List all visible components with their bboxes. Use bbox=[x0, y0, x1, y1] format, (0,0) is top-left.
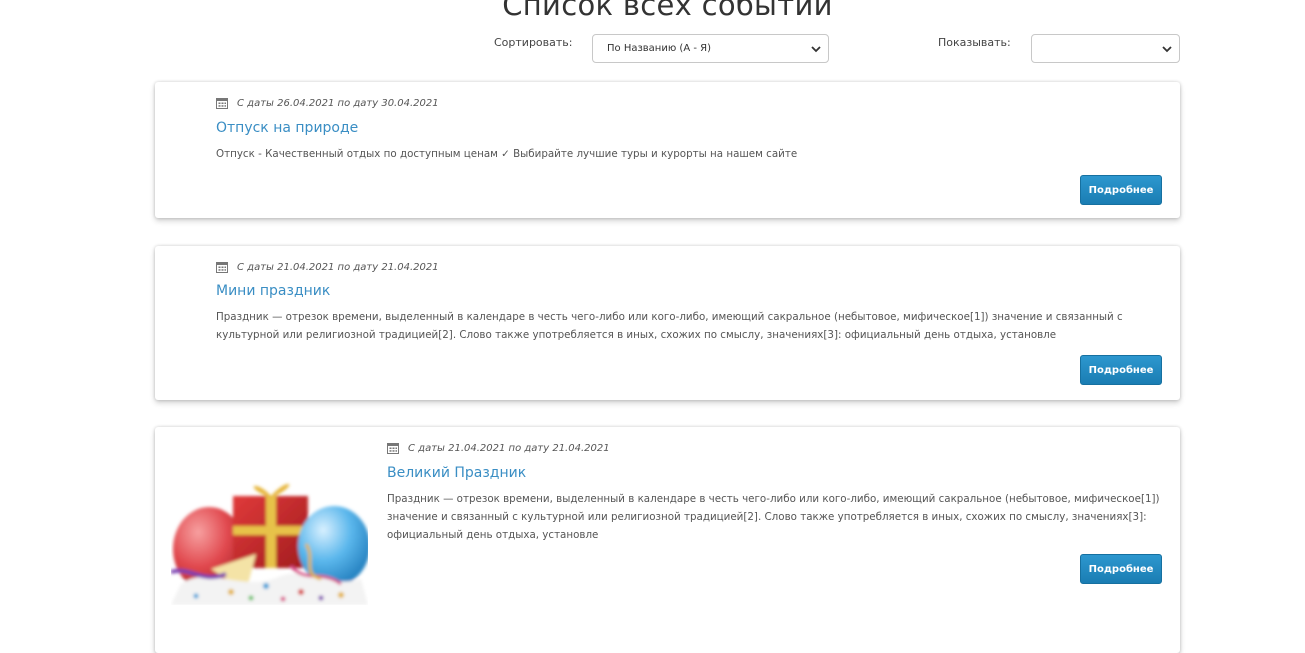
event-date: С даты 26.04.2021 по дату 30.04.2021 bbox=[237, 97, 439, 109]
calendar-icon bbox=[216, 98, 228, 109]
details-button[interactable]: Подробнее bbox=[1080, 554, 1162, 584]
sort-select[interactable]: По Названию (А - Я) bbox=[592, 34, 829, 63]
event-title-link[interactable]: Великий Праздник bbox=[387, 465, 526, 481]
chevron-down-icon bbox=[1162, 46, 1172, 53]
sort-select-value: По Названию (А - Я) bbox=[607, 43, 711, 54]
event-date-row: С даты 26.04.2021 по дату 30.04.2021 bbox=[216, 97, 439, 109]
event-card: С даты 21.04.2021 по дату 21.04.2021 Мин… bbox=[155, 246, 1180, 400]
event-date-row: С даты 21.04.2021 по дату 21.04.2021 bbox=[216, 261, 439, 273]
balloons-gift-party-image bbox=[171, 474, 368, 605]
event-date-row: С даты 21.04.2021 по дату 21.04.2021 bbox=[387, 442, 610, 454]
event-title-link[interactable]: Отпуск на природе bbox=[216, 120, 358, 136]
event-image bbox=[171, 474, 368, 605]
event-card: С даты 26.04.2021 по дату 30.04.2021 Отп… bbox=[155, 82, 1180, 218]
event-title-link[interactable]: Мини праздник bbox=[216, 283, 330, 299]
calendar-icon bbox=[216, 262, 228, 273]
event-date: С даты 21.04.2021 по дату 21.04.2021 bbox=[408, 442, 610, 454]
event-description: Праздник — отрезок времени, выделенный в… bbox=[216, 311, 1123, 341]
event-date: С даты 21.04.2021 по дату 21.04.2021 bbox=[237, 261, 439, 273]
show-select[interactable] bbox=[1031, 34, 1180, 63]
details-button[interactable]: Подробнее bbox=[1080, 175, 1162, 205]
event-card: С даты 21.04.2021 по дату 21.04.2021 Вел… bbox=[155, 427, 1180, 653]
calendar-icon bbox=[387, 443, 399, 454]
details-button[interactable]: Подробнее bbox=[1080, 355, 1162, 385]
sort-label: Сортировать: bbox=[494, 36, 573, 49]
show-label: Показывать: bbox=[938, 36, 1011, 49]
event-description: Праздник — отрезок времени, выделенный в… bbox=[387, 493, 1160, 541]
event-description: Отпуск - Качественный отдых по доступным… bbox=[216, 148, 798, 160]
chevron-down-icon bbox=[811, 46, 821, 53]
page-title: Список всех событий bbox=[502, 0, 833, 22]
